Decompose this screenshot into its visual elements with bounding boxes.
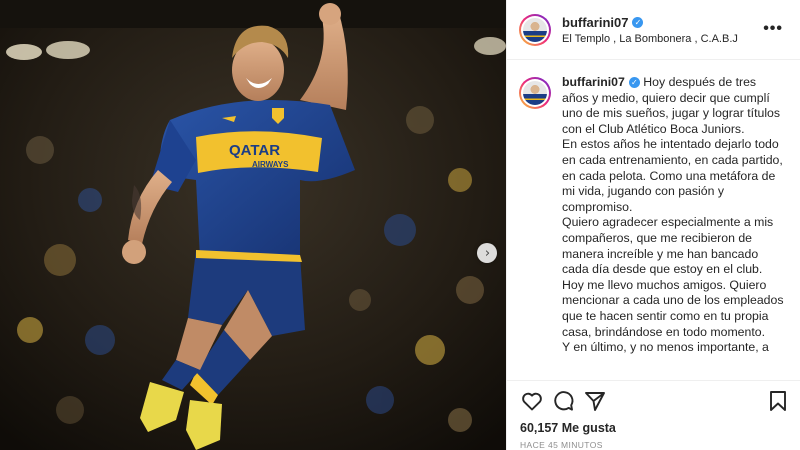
post-side-panel: buffarini07 ✓ El Templo , La Bombonera ,…: [506, 0, 800, 450]
player-celebration-photo: QATAR AIRWAYS: [0, 0, 506, 450]
caption-area: buffarini07 ✓ Hoy después de tres años y …: [507, 61, 800, 379]
post-header: buffarini07 ✓ El Templo , La Bombonera ,…: [507, 0, 800, 60]
avatar[interactable]: [519, 13, 551, 46]
carousel-next-button[interactable]: ›: [477, 243, 497, 263]
chevron-right-icon: ›: [484, 245, 491, 261]
caption-paragraph: Hoy me llevo muchos amigos. Quiero menci…: [562, 277, 784, 339]
more-options-icon[interactable]: •••: [763, 20, 783, 38]
jersey-sponsor-line2: AIRWAYS: [252, 160, 289, 169]
caption-text: buffarini07 ✓ Hoy después de tres años y …: [562, 75, 786, 356]
post-actions: 60,157 Me gusta HACE 45 MINUTOS: [507, 380, 800, 450]
caption-avatar[interactable]: [519, 77, 551, 109]
likes-count[interactable]: 60,157 Me gusta: [520, 421, 616, 435]
caption-username[interactable]: buffarini07: [562, 75, 625, 89]
post-timestamp: HACE 45 MINUTOS: [520, 440, 603, 450]
caption-paragraph: Quiero agradecer especialmente a mis com…: [562, 215, 774, 277]
heart-icon[interactable]: [520, 389, 544, 413]
verified-badge-icon: ✓: [632, 16, 644, 28]
verified-badge-icon: ✓: [628, 77, 640, 89]
comment-icon[interactable]: [551, 389, 575, 413]
caption-paragraph: En estos años he intentado dejarlo todo …: [562, 137, 783, 214]
post-photo[interactable]: QATAR AIRWAYS ›: [0, 0, 506, 450]
share-icon[interactable]: [583, 389, 607, 413]
location-link[interactable]: El Templo , La Bombonera , C.A.B.J: [562, 33, 738, 45]
username-link[interactable]: buffarini07: [562, 15, 628, 30]
instagram-post: QATAR AIRWAYS › buffarini07 ✓ El Templo …: [0, 0, 800, 450]
bookmark-icon[interactable]: [766, 389, 790, 413]
jersey-sponsor-line1: QATAR: [229, 142, 280, 159]
caption-paragraph: Y en último, y no menos importante, a: [562, 340, 769, 355]
